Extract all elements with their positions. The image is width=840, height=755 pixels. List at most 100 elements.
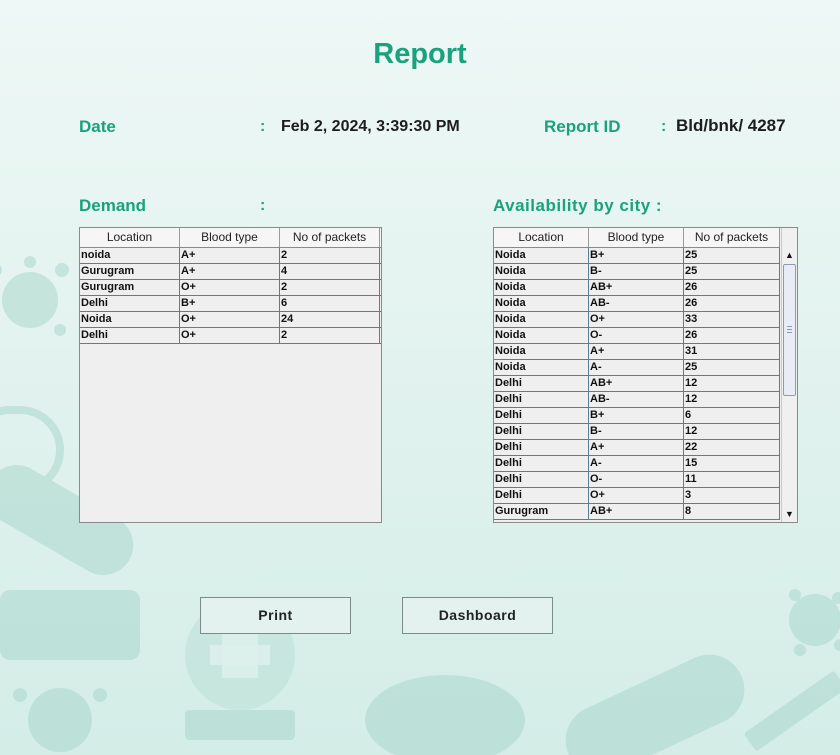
availability-table[interactable]: Location Blood type No of packets Noida B… — [493, 227, 798, 523]
demand-blood-type-cell: O+ — [180, 280, 280, 295]
availability-table-row[interactable]: Gurugram AB+ 8 — [494, 504, 780, 520]
availability-location-cell: Delhi — [494, 472, 589, 487]
demand-col-location[interactable]: Location — [80, 228, 180, 247]
availability-packets-cell: 26 — [684, 280, 780, 295]
availability-blood-type-cell: A+ — [589, 344, 684, 359]
demand-table-row[interactable]: Noida O+ 24 — [80, 312, 381, 328]
scrollbar-thumb[interactable] — [783, 264, 796, 396]
availability-location-cell: Noida — [494, 328, 589, 343]
availability-packets-cell: 26 — [684, 328, 780, 343]
availability-location-cell: Delhi — [494, 424, 589, 439]
availability-blood-type-cell: AB+ — [589, 504, 684, 519]
demand-table-row[interactable]: Gurugram A+ 4 — [80, 264, 381, 280]
availability-location-cell: Noida — [494, 312, 589, 327]
availability-blood-type-cell: B+ — [589, 248, 684, 263]
availability-table-row[interactable]: Noida O- 26 — [494, 328, 780, 344]
availability-packets-cell: 33 — [684, 312, 780, 327]
demand-colon: : — [260, 197, 266, 214]
availability-table-row[interactable]: Delhi O+ 3 — [494, 488, 780, 504]
availability-table-row[interactable]: Delhi AB+ 12 — [494, 376, 780, 392]
availability-location-cell: Delhi — [494, 440, 589, 455]
demand-table[interactable]: Location Blood type No of packets noida A… — [79, 227, 382, 523]
availability-packets-cell: 6 — [684, 408, 780, 423]
availability-location-cell: Delhi — [494, 376, 589, 391]
demand-table-row[interactable]: Gurugram O+ 2 — [80, 280, 381, 296]
demand-location-cell: Gurugram — [80, 264, 180, 279]
availability-location-cell: Noida — [494, 344, 589, 359]
availability-table-row[interactable]: Noida B+ 25 — [494, 248, 780, 264]
demand-col-blood-type[interactable]: Blood type — [180, 228, 280, 247]
availability-packets-cell: 12 — [684, 376, 780, 391]
availability-table-row[interactable]: Delhi B+ 6 — [494, 408, 780, 424]
availability-blood-type-cell: B- — [589, 264, 684, 279]
date-colon: : — [260, 118, 266, 135]
demand-blood-type-cell: B+ — [180, 296, 280, 311]
availability-col-blood-type[interactable]: Blood type — [589, 228, 684, 247]
dashboard-button[interactable]: Dashboard — [402, 597, 553, 634]
availability-table-header: Location Blood type No of packets — [494, 228, 780, 248]
demand-location-cell: Gurugram — [80, 280, 180, 295]
availability-col-location[interactable]: Location — [494, 228, 589, 247]
availability-packets-cell: 26 — [684, 296, 780, 311]
availability-packets-cell: 25 — [684, 248, 780, 263]
print-button[interactable]: Print — [200, 597, 351, 634]
availability-blood-type-cell: AB- — [589, 392, 684, 407]
availability-table-row[interactable]: Noida A+ 31 — [494, 344, 780, 360]
availability-table-row[interactable]: Noida B- 25 — [494, 264, 780, 280]
availability-packets-cell: 12 — [684, 392, 780, 407]
availability-packets-cell: 15 — [684, 456, 780, 471]
availability-blood-type-cell: O+ — [589, 312, 684, 327]
availability-blood-type-cell: O- — [589, 472, 684, 487]
availability-packets-cell: 8 — [684, 504, 780, 519]
demand-location-cell: Noida — [80, 312, 180, 327]
availability-table-row[interactable]: Noida AB- 26 — [494, 296, 780, 312]
report-id-value: Bld/bnk/ 4287 — [676, 116, 786, 135]
availability-location-cell: Delhi — [494, 456, 589, 471]
availability-packets-cell: 31 — [684, 344, 780, 359]
demand-table-row[interactable]: noida A+ 2 — [80, 248, 381, 264]
availability-table-row[interactable]: Delhi O- 11 — [494, 472, 780, 488]
availability-table-row[interactable]: Noida AB+ 26 — [494, 280, 780, 296]
demand-packets-cell: 24 — [280, 312, 380, 327]
demand-packets-cell: 4 — [280, 264, 380, 279]
date-label: Date — [79, 117, 116, 136]
availability-table-row[interactable]: Noida O+ 33 — [494, 312, 780, 328]
availability-location-cell: Noida — [494, 296, 589, 311]
availability-location-cell: Noida — [494, 360, 589, 375]
availability-location-cell: Delhi — [494, 408, 589, 423]
page-title: Report — [373, 38, 467, 70]
availability-blood-type-cell: AB+ — [589, 280, 684, 295]
demand-packets-cell: 2 — [280, 328, 380, 343]
availability-table-row[interactable]: Delhi AB- 12 — [494, 392, 780, 408]
availability-blood-type-cell: A- — [589, 360, 684, 375]
availability-table-row[interactable]: Delhi B- 12 — [494, 424, 780, 440]
availability-location-cell: Gurugram — [494, 504, 589, 519]
availability-blood-type-cell: A- — [589, 456, 684, 471]
scroll-down-arrow-icon[interactable]: ▼ — [782, 506, 797, 522]
demand-packets-cell: 2 — [280, 248, 380, 263]
demand-packets-cell: 2 — [280, 280, 380, 295]
availability-location-cell: Delhi — [494, 488, 589, 503]
availability-blood-type-cell: AB- — [589, 296, 684, 311]
demand-location-cell: Delhi — [80, 328, 180, 343]
availability-col-packets[interactable]: No of packets — [684, 228, 780, 247]
availability-location-cell: Noida — [494, 280, 589, 295]
date-value: Feb 2, 2024, 3:39:30 PM — [281, 118, 460, 135]
availability-table-row[interactable]: Noida A- 25 — [494, 360, 780, 376]
availability-table-row[interactable]: Delhi A+ 22 — [494, 440, 780, 456]
availability-table-row[interactable]: Delhi A- 15 — [494, 456, 780, 472]
availability-location-cell: Delhi — [494, 392, 589, 407]
availability-packets-cell: 22 — [684, 440, 780, 455]
availability-table-body: Noida B+ 25 Noida B- 25 Noida AB+ 26 Noida AB- 26 No… — [494, 248, 780, 520]
virus-icon — [2, 272, 58, 328]
demand-table-row[interactable]: Delhi B+ 6 — [80, 296, 381, 312]
demand-blood-type-cell: A+ — [180, 264, 280, 279]
availability-scrollbar[interactable]: ▲ ▼ — [781, 228, 797, 522]
availability-location-cell: Noida — [494, 248, 589, 263]
scroll-up-arrow-icon[interactable]: ▲ — [782, 247, 797, 263]
demand-col-packets[interactable]: No of packets — [280, 228, 380, 247]
demand-table-row[interactable]: Delhi O+ 2 — [80, 328, 381, 344]
demand-blood-type-cell: O+ — [180, 312, 280, 327]
availability-blood-type-cell: B+ — [589, 408, 684, 423]
availability-packets-cell: 11 — [684, 472, 780, 487]
